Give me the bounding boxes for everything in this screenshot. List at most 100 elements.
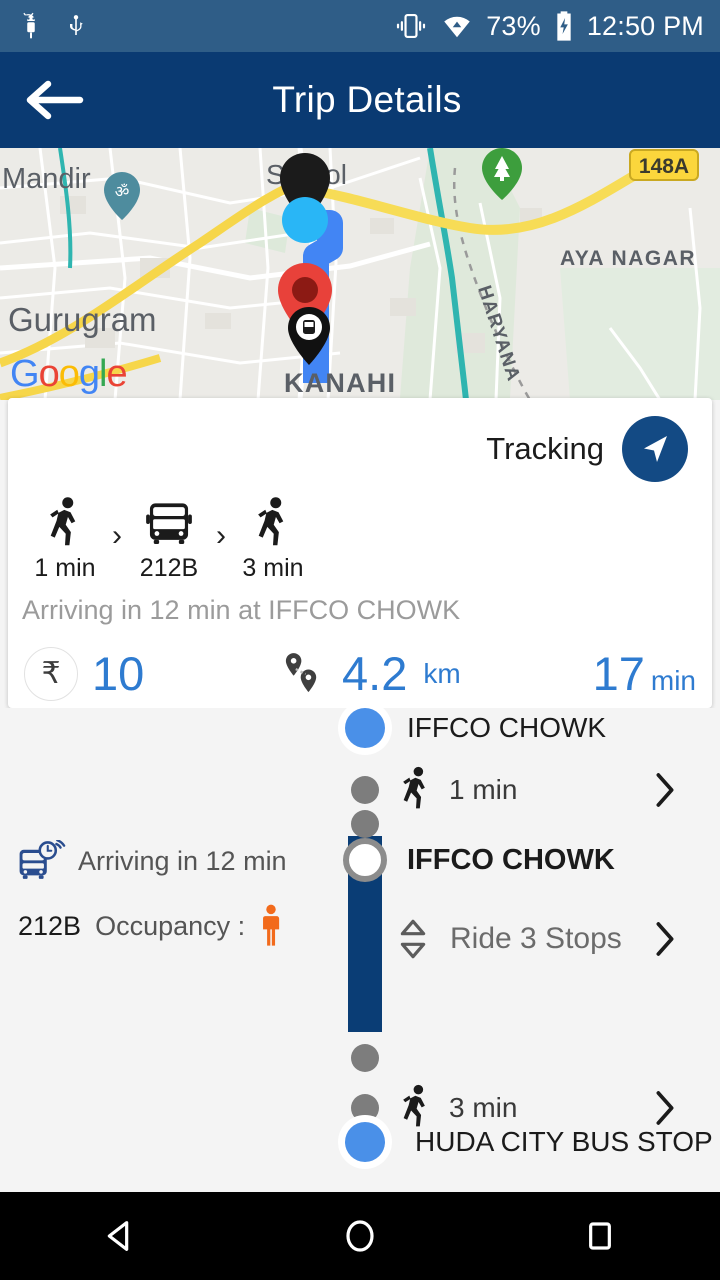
google-logo-g2: g bbox=[78, 353, 100, 395]
bus-eta-row: Arriving in 12 min bbox=[18, 840, 318, 882]
recenter-button[interactable] bbox=[622, 416, 688, 482]
leg-label: 3 min bbox=[242, 554, 304, 582]
timeline-dot-gray bbox=[351, 1044, 379, 1072]
phone-screen: 73% 12:50 PM Trip Details 148A ॐ Mandir … bbox=[0, 0, 720, 1280]
distance-unit: km bbox=[423, 657, 461, 689]
google-logo-g: G bbox=[10, 353, 40, 395]
battery-charging-icon bbox=[557, 11, 571, 41]
duration-block: 17 min bbox=[593, 650, 696, 697]
leg-separator-2: › bbox=[216, 519, 226, 552]
google-logo: Google bbox=[10, 353, 128, 396]
fare-block: ₹ 10 bbox=[24, 646, 276, 701]
timeline-step-walk-1[interactable]: 1 min bbox=[351, 766, 720, 814]
map-label-mandir: Mandir bbox=[2, 163, 91, 195]
wifi-icon bbox=[444, 16, 470, 38]
page-title: Trip Details bbox=[272, 79, 462, 120]
nav-back-icon bbox=[107, 1221, 129, 1251]
leg-walk-2: 3 min bbox=[230, 496, 316, 583]
map-label-kanahi: KANAHI bbox=[284, 368, 396, 398]
person-occupancy-icon bbox=[263, 904, 280, 946]
walk-icon bbox=[50, 497, 76, 546]
bus-icon bbox=[146, 503, 192, 545]
map-view[interactable]: 148A ॐ Mandir Sarhol AYA NAGAR Gurugram … bbox=[0, 148, 720, 400]
vibrate-icon bbox=[397, 13, 426, 39]
leg-bus: 212B bbox=[126, 496, 212, 583]
walk-duration: 1 min bbox=[449, 774, 518, 805]
distance-pins-icon bbox=[285, 652, 317, 692]
timeline-step-ride[interactable]: Ride 3 Stops bbox=[396, 916, 720, 962]
route-timeline: IFFCO CHOWK 1 min IFFCO CHOWK Ride 3 Sto… bbox=[330, 708, 720, 1192]
clock-time: 12:50 PM bbox=[586, 10, 704, 41]
google-logo-o1: o bbox=[38, 353, 60, 395]
distance-value: 4.2 bbox=[342, 647, 408, 700]
nav-home-icon bbox=[346, 1220, 374, 1252]
timeline-step-destination[interactable]: HUDA CITY BUS STOP bbox=[345, 1122, 720, 1162]
nav-recents-icon bbox=[589, 1222, 611, 1250]
timeline-dot-gray bbox=[351, 1094, 379, 1122]
trip-metrics-row: ₹ 10 4.2 km 17 min bbox=[24, 640, 696, 718]
current-location-marker bbox=[280, 153, 330, 243]
distance-block: 4.2 km bbox=[276, 646, 593, 702]
timeline-step-origin[interactable]: IFFCO CHOWK bbox=[345, 708, 720, 748]
bus-alert-icon bbox=[19, 840, 66, 879]
status-bar-right-icons: 73% 12:50 PM bbox=[394, 10, 704, 42]
google-logo-e: e bbox=[106, 353, 127, 395]
status-bar: 73% 12:50 PM bbox=[0, 0, 720, 52]
leg-walk-1: 1 min bbox=[22, 496, 108, 583]
destination-label: HUDA CITY BUS STOP bbox=[415, 1126, 713, 1157]
arriving-text: Arriving in 12 min at IFFCO CHOWK bbox=[22, 595, 461, 625]
map-label-aya-nagar: AYA NAGAR bbox=[560, 247, 696, 270]
bus-occupancy-row: 212B Occupancy : bbox=[18, 904, 318, 948]
android-nav-bar bbox=[0, 1192, 720, 1280]
trip-steps-section: Arriving in 12 min 212B Occupancy : IFFC… bbox=[0, 708, 720, 1192]
timeline-step-board[interactable]: IFFCO CHOWK bbox=[343, 838, 720, 882]
ride-stops-label: Ride 3 Stops bbox=[450, 922, 622, 955]
status-bar-left-icons bbox=[16, 10, 88, 42]
board-stop-label: IFFCO CHOWK bbox=[407, 843, 615, 876]
duration-value: 17 bbox=[592, 647, 645, 700]
nav-home-button[interactable] bbox=[285, 1192, 435, 1280]
chevron-right-icon[interactable] bbox=[652, 919, 678, 959]
timeline-dot-ring bbox=[343, 838, 387, 882]
timeline-dot-blue bbox=[345, 708, 385, 748]
fare-value: 10 bbox=[92, 647, 145, 700]
leg-label: 212B bbox=[139, 554, 199, 582]
highway-shield-148a: 148A bbox=[629, 149, 699, 181]
stop-label: IFFCO CHOWK bbox=[407, 712, 607, 743]
timeline-dot-blue bbox=[345, 1122, 385, 1162]
leg-separator-1: › bbox=[112, 519, 122, 552]
svg-text:148A: 148A bbox=[639, 155, 689, 178]
walk-duration: 3 min bbox=[449, 1092, 518, 1123]
map-label-gurugram: Gurugram bbox=[8, 301, 157, 338]
rupee-icon: ₹ bbox=[24, 646, 78, 701]
google-logo-o2: o bbox=[58, 353, 80, 395]
journey-legs: 1 min › 212B › 3 min bbox=[8, 482, 712, 583]
bus-eta-text: Arriving in 12 min bbox=[78, 845, 287, 876]
nav-recents-button[interactable] bbox=[525, 1192, 675, 1280]
timeline-dot-gray bbox=[351, 810, 379, 838]
walk-icon bbox=[403, 766, 425, 809]
bus-route-number: 212B bbox=[18, 910, 82, 941]
nav-back-button[interactable] bbox=[45, 1192, 195, 1280]
usb-icon bbox=[70, 15, 83, 35]
leg-label: 1 min bbox=[34, 554, 96, 582]
duration-unit: min bbox=[650, 665, 696, 696]
tracking-label: Tracking bbox=[486, 431, 604, 466]
battery-percentage: 73% bbox=[486, 10, 541, 41]
bus-live-info: Arriving in 12 min 212B Occupancy : bbox=[18, 840, 318, 948]
timeline-step-spacer-1 bbox=[351, 810, 379, 838]
chevron-right-icon[interactable] bbox=[652, 770, 678, 810]
navigation-arrow-icon bbox=[644, 436, 667, 462]
walk-icon bbox=[258, 497, 284, 546]
back-arrow-icon bbox=[26, 80, 84, 120]
app-header: Trip Details bbox=[0, 52, 720, 148]
svg-text:ॐ: ॐ bbox=[115, 182, 130, 201]
timeline-dot-gray bbox=[351, 776, 379, 804]
tracking-row: Tracking bbox=[8, 398, 712, 482]
back-button[interactable] bbox=[0, 52, 110, 148]
expand-vertical-icon[interactable] bbox=[396, 916, 430, 962]
android-debug-icon bbox=[23, 12, 35, 39]
occupancy-label: Occupancy : bbox=[95, 910, 246, 941]
trip-summary-card: Tracking 1 min › 212B › 3 min Arriving i… bbox=[8, 398, 712, 718]
timeline-step-spacer-2 bbox=[351, 1044, 379, 1072]
